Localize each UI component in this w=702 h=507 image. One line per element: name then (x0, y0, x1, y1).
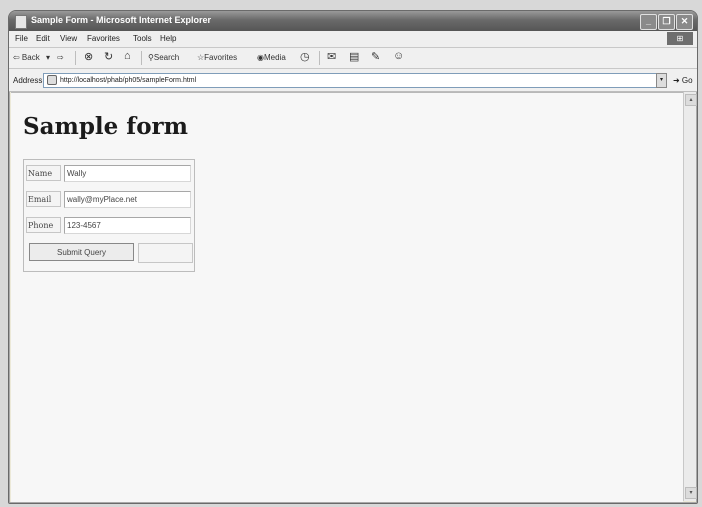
stop-icon[interactable]: ⊗ (84, 50, 93, 63)
address-bar: Address http://localhost/phab/ph05/sampl… (9, 69, 697, 92)
media-label: Media (263, 53, 286, 62)
name-label: Name (26, 165, 61, 181)
toolbar-divider (75, 51, 76, 65)
go-button[interactable]: ➜ Go (673, 76, 693, 85)
mail-icon[interactable]: ✉ (327, 50, 336, 63)
maximize-button[interactable]: ❐ (658, 14, 675, 30)
toolbar-divider (319, 51, 320, 65)
search-button[interactable]: ⚲Search (148, 53, 179, 62)
phone-label: Phone (26, 217, 61, 233)
history-icon[interactable]: ◷ (300, 50, 310, 63)
favorites-label: Favorites (204, 53, 238, 62)
toolbar-divider (141, 51, 142, 65)
favorites-button[interactable]: ☆Favorites (197, 53, 237, 62)
page-title: Sample form (23, 113, 188, 140)
browser-window: Sample Form - Microsoft Internet Explore… (8, 10, 698, 504)
menu-file[interactable]: File (15, 34, 28, 43)
address-dropdown-icon[interactable]: ▾ (656, 73, 667, 88)
windows-logo-icon: ⊞ (667, 32, 693, 45)
sample-form: Name Email Phone Submit Query (23, 159, 195, 272)
refresh-icon[interactable]: ↻ (104, 50, 113, 63)
address-field[interactable]: http://localhost/phab/ph05/sampleForm.ht… (43, 73, 657, 88)
scroll-up-icon[interactable]: ▴ (685, 94, 697, 106)
edit-icon[interactable]: ✎ (371, 50, 380, 63)
phone-input[interactable] (64, 217, 191, 234)
email-row: Email (26, 188, 192, 210)
back-dropdown-icon[interactable]: ▾ (46, 53, 50, 62)
vertical-scrollbar[interactable]: ▴ ▾ (683, 92, 697, 501)
address-url: http://localhost/phab/ph05/sampleForm.ht… (60, 77, 197, 84)
print-icon[interactable]: ▤ (349, 50, 359, 63)
address-label: Address (13, 76, 43, 85)
ie-page-icon (15, 15, 27, 29)
standard-toolbar: ⇦ Back ▾ ⇨ ⊗ ↻ ⌂ ⚲Search ☆Favorites ◉Med… (9, 48, 697, 69)
phone-row: Phone (26, 214, 192, 236)
menu-bar: File Edit View Favorites Tools Help ⊞ (9, 31, 697, 48)
menu-tools[interactable]: Tools (133, 34, 152, 43)
submit-row: Submit Query (26, 240, 193, 263)
name-input[interactable] (64, 165, 191, 182)
scroll-down-icon[interactable]: ▾ (685, 487, 697, 499)
minimize-button[interactable]: _ (640, 14, 657, 30)
window-title: Sample Form - Microsoft Internet Explore… (31, 15, 212, 25)
close-button[interactable]: ✕ (676, 14, 693, 30)
menu-help[interactable]: Help (160, 34, 176, 43)
email-label: Email (26, 191, 61, 207)
back-button[interactable]: ⇦ Back (13, 53, 40, 62)
search-label: Search (153, 53, 180, 62)
media-button[interactable]: ◉Media (257, 53, 286, 62)
name-row: Name (26, 162, 192, 184)
discuss-icon[interactable]: ☺ (393, 50, 404, 62)
home-icon[interactable]: ⌂ (124, 50, 131, 62)
forward-button[interactable]: ⇨ (57, 53, 64, 62)
empty-cell (138, 243, 193, 263)
menu-view[interactable]: View (60, 34, 77, 43)
media-icon: ◉ (257, 53, 264, 62)
email-input[interactable] (64, 191, 191, 208)
page-content: Sample form Name Email Phone Submit Quer… (11, 92, 683, 502)
menu-favorites[interactable]: Favorites (87, 34, 120, 43)
menu-edit[interactable]: Edit (36, 34, 50, 43)
page-icon (47, 75, 57, 86)
submit-query-button[interactable]: Submit Query (29, 243, 134, 261)
title-bar[interactable]: Sample Form - Microsoft Internet Explore… (9, 11, 697, 31)
